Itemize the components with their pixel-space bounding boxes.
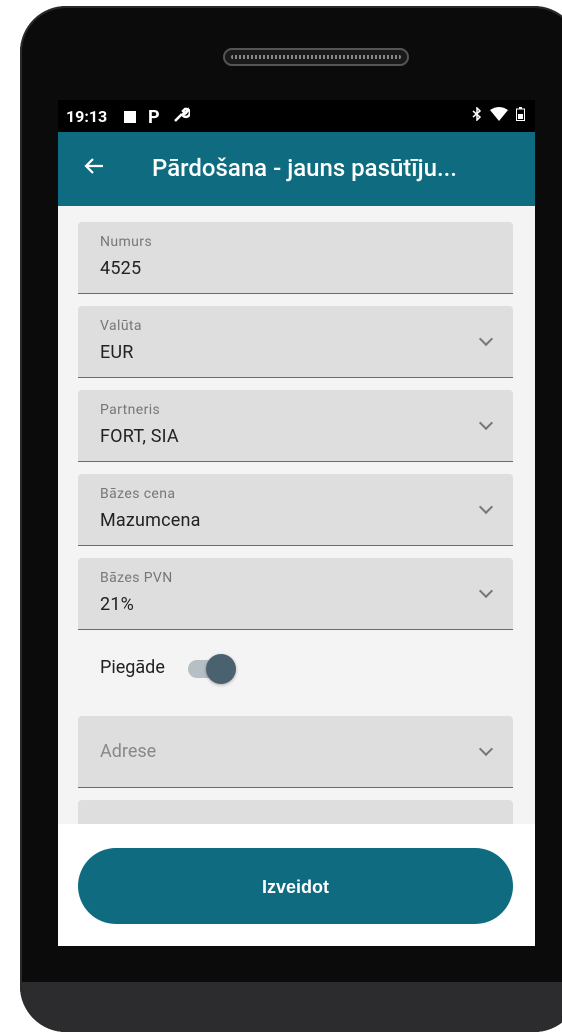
currency-label: Valūta	[100, 318, 142, 334]
currency-select[interactable]: Valūta EUR	[78, 306, 513, 378]
chevron-down-icon	[478, 415, 494, 431]
status-icons-right	[472, 106, 525, 125]
partner-value: FORT, SIA	[100, 426, 179, 447]
number-label: Numurs	[100, 234, 153, 250]
status-icons-left: P	[124, 106, 191, 128]
delivery-toggle-knob[interactable]	[206, 654, 236, 684]
address-placeholder: Adrese	[100, 741, 157, 762]
parking-icon: P	[148, 106, 160, 128]
number-value: 4525	[100, 258, 142, 279]
order-form: Numurs 4525 Valūta EUR Partneris FORT, S…	[58, 206, 535, 824]
chevron-down-icon	[478, 741, 494, 757]
wifi-icon	[490, 107, 508, 125]
next-field-partial[interactable]	[78, 800, 513, 824]
base-price-select[interactable]: Bāzes cena Mazumcena	[78, 474, 513, 546]
page-title: Pārdošana - jauns pasūtīju...	[152, 154, 457, 182]
create-button[interactable]: Izveidot	[78, 848, 513, 924]
base-vat-label: Bāzes PVN	[100, 570, 173, 586]
bluetooth-icon	[472, 106, 482, 125]
chevron-down-icon	[478, 583, 494, 599]
base-vat-select[interactable]: Bāzes PVN 21%	[78, 558, 513, 630]
partner-select[interactable]: Partneris FORT, SIA	[78, 390, 513, 462]
speaker-grille	[223, 48, 409, 66]
base-price-value: Mazumcena	[100, 510, 201, 531]
delivery-label: Piegāde	[100, 657, 165, 678]
chevron-down-icon	[478, 331, 494, 347]
delivery-toggle-row: Piegāde	[78, 644, 378, 694]
status-time: 19:13	[66, 107, 108, 126]
app-screen: 19:13 P Pārdošana - jauns pasūtīju... Nu…	[58, 100, 535, 946]
wrench-icon	[172, 106, 191, 128]
number-field[interactable]: Numurs 4525	[78, 222, 513, 294]
partner-label: Partneris	[100, 402, 161, 418]
currency-value: EUR	[100, 342, 134, 363]
back-arrow-icon[interactable]	[82, 150, 106, 178]
phone-bottom-bezel	[20, 982, 562, 1032]
chevron-down-icon	[478, 499, 494, 515]
status-bar: 19:13 P	[58, 100, 535, 132]
square-icon	[124, 111, 136, 123]
base-price-label: Bāzes cena	[100, 486, 176, 502]
base-vat-value: 21%	[100, 594, 135, 615]
footer-bar: Izveidot	[58, 824, 535, 946]
battery-icon	[516, 107, 525, 125]
app-bar: Pārdošana - jauns pasūtīju...	[58, 132, 535, 206]
address-select[interactable]: Adrese	[78, 716, 513, 788]
